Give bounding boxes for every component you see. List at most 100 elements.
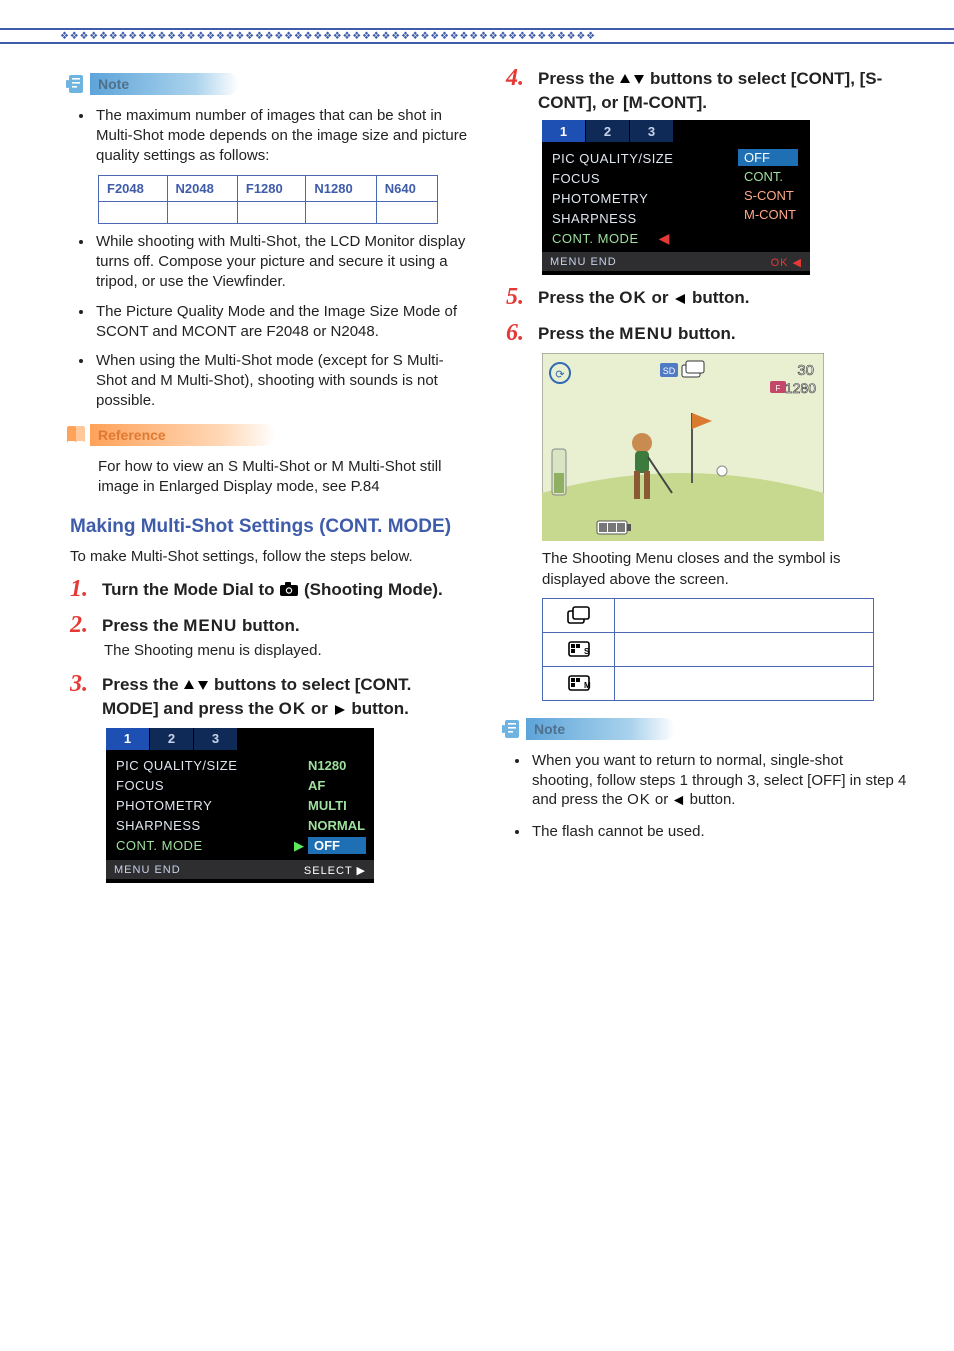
t: or: [651, 791, 673, 808]
scene-count: 30: [797, 362, 814, 379]
step-number: 6.: [506, 321, 528, 345]
note-icon: [498, 715, 526, 743]
lcd-foot-left: MENU END: [550, 256, 617, 269]
lcd-foot-left: MENU END: [114, 864, 181, 877]
t: button.: [347, 699, 409, 718]
lcd-opt: OFF: [738, 149, 798, 166]
step-3: 3. Press the buttons to select [CONT. MO…: [70, 672, 472, 722]
after-scene-text: The Shooting Menu closes and the symbol …: [542, 549, 908, 590]
list-item: The maximum number of images that can be…: [94, 106, 472, 165]
t: or: [306, 699, 332, 718]
step-number: 5.: [506, 285, 528, 309]
scont-icon: S: [543, 632, 615, 666]
reference-label: Reference: [90, 424, 276, 446]
lcd-value: OFF: [308, 837, 366, 854]
lcd-tab: 2: [586, 120, 630, 142]
step-6: 6. Press the MENU button.: [506, 321, 908, 345]
lcd-value: MULTI: [308, 798, 366, 813]
step-text: Press the OK or button.: [538, 285, 750, 311]
lcd-opt: M-CONT: [738, 206, 802, 223]
menu-word: MENU: [619, 324, 673, 343]
step-text: Press the MENU button.: [538, 321, 736, 345]
reference-text: For how to view an S Multi-Shot or M Mul…: [98, 457, 472, 498]
th: F1280: [237, 176, 306, 202]
step-5: 5. Press the OK or button.: [506, 285, 908, 311]
up-down-icon: [619, 70, 645, 92]
mcont-icon: M: [543, 666, 615, 700]
lcd-tab: 3: [630, 120, 674, 142]
lcd-screenshot-1: 1 2 3 PIC QUALITY/SIZEN1280 FOCUSAF PHOT…: [106, 728, 374, 883]
note-callout-2: Note: [498, 715, 908, 743]
lcd-foot-right: OK ◀: [771, 256, 802, 269]
menu-word: MENU: [183, 616, 237, 635]
note-label: Note: [90, 73, 239, 95]
step-2-sub: The Shooting menu is displayed.: [104, 641, 472, 661]
t: or: [647, 288, 673, 307]
t: Turn the Mode Dial to: [102, 580, 279, 599]
table-row: S: [543, 632, 874, 666]
lcd-label: SHARPNESS: [552, 211, 637, 226]
t: button.: [685, 791, 735, 808]
lcd-foot-right: SELECT ▶: [304, 864, 366, 877]
th: N1280: [306, 176, 376, 202]
step-text: Press the MENU button.: [102, 613, 300, 637]
step-4: 4. Press the buttons to select [CONT], […: [506, 66, 908, 114]
note-icon: [62, 70, 90, 98]
lcd-opt: S-CONT: [738, 187, 800, 204]
step-text: Press the buttons to select [CONT. MODE]…: [102, 672, 472, 722]
scene-size: 1280: [785, 380, 816, 396]
svg-text:M: M: [584, 681, 591, 690]
decorative-band: ❖ ❖ ❖ ❖ ❖ ❖ ❖ ❖ ❖ ❖ ❖ ❖ ❖ ❖ ❖ ❖ ❖ ❖ ❖ ❖ …: [0, 28, 954, 44]
th: F2048: [99, 176, 168, 202]
step-number: 2.: [70, 613, 92, 637]
left-arrow-icon: [672, 792, 685, 812]
t: Press the: [538, 69, 619, 88]
note-label: Note: [526, 718, 675, 740]
th: N2048: [167, 176, 237, 202]
lcd-label: PHOTOMETRY: [552, 191, 648, 206]
lcd-tab: 1: [542, 120, 586, 142]
section-heading: Making Multi-Shot Settings (CONT. MODE): [70, 515, 472, 539]
step-number: 3.: [70, 672, 92, 696]
lcd-opt: CONT.: [738, 168, 798, 185]
list-item: While shooting with Multi-Shot, the LCD …: [94, 232, 472, 291]
section-intro: To make Multi-Shot settings, follow the …: [70, 547, 472, 567]
lcd-tab: 2: [150, 728, 194, 750]
step-number: 1.: [70, 577, 92, 601]
step-1: 1. Turn the Mode Dial to (Shooting Mode)…: [70, 577, 472, 603]
step-text: Turn the Mode Dial to (Shooting Mode).: [102, 577, 443, 603]
lcd-label: FOCUS: [552, 171, 600, 186]
ok-word: OK: [627, 791, 651, 808]
step-text: Press the buttons to select [CONT], [S-C…: [538, 66, 908, 114]
up-down-icon: [183, 676, 209, 698]
t: button.: [687, 288, 749, 307]
list-item: When using the Multi-Shot mode (except f…: [94, 351, 472, 410]
note-list: The maximum number of images that can be…: [72, 106, 472, 165]
svg-text:⟳: ⟳: [555, 369, 564, 381]
lcd-value: N1280: [308, 758, 366, 773]
scene-illustration: ⟳ SD 30 F 1280: [542, 353, 824, 541]
table-row: [543, 598, 874, 632]
lcd-label: SHARPNESS: [116, 818, 201, 833]
note-callout: Note: [62, 70, 472, 98]
t: Press the: [102, 675, 183, 694]
lcd-screenshot-2: 1 2 3 PIC QUALITY/SIZE FOCUS PHOTOMETRY …: [542, 120, 810, 275]
ok-word: OK: [619, 288, 647, 307]
note-list-2: While shooting with Multi-Shot, the LCD …: [72, 232, 472, 410]
reference-callout: Reference: [62, 421, 472, 449]
t: Press the: [538, 288, 619, 307]
list-item: The Picture Quality Mode and the Image S…: [94, 302, 472, 342]
svg-text:SD: SD: [663, 366, 676, 376]
lcd-label: PIC QUALITY/SIZE: [116, 758, 237, 773]
right-arrow-icon: [333, 700, 347, 722]
lcd-tab: 3: [194, 728, 238, 750]
cont-icon: [543, 598, 615, 632]
step-number: 4.: [506, 66, 528, 90]
lcd-label: FOCUS: [116, 778, 164, 793]
symbol-table: S M: [542, 598, 874, 701]
svg-text:S: S: [584, 647, 590, 656]
t: Press the: [538, 324, 619, 343]
quality-table: F2048 N2048 F1280 N1280 N640: [98, 175, 438, 224]
list-item: When you want to return to normal, singl…: [530, 751, 908, 812]
lcd-tab: 1: [106, 728, 150, 750]
